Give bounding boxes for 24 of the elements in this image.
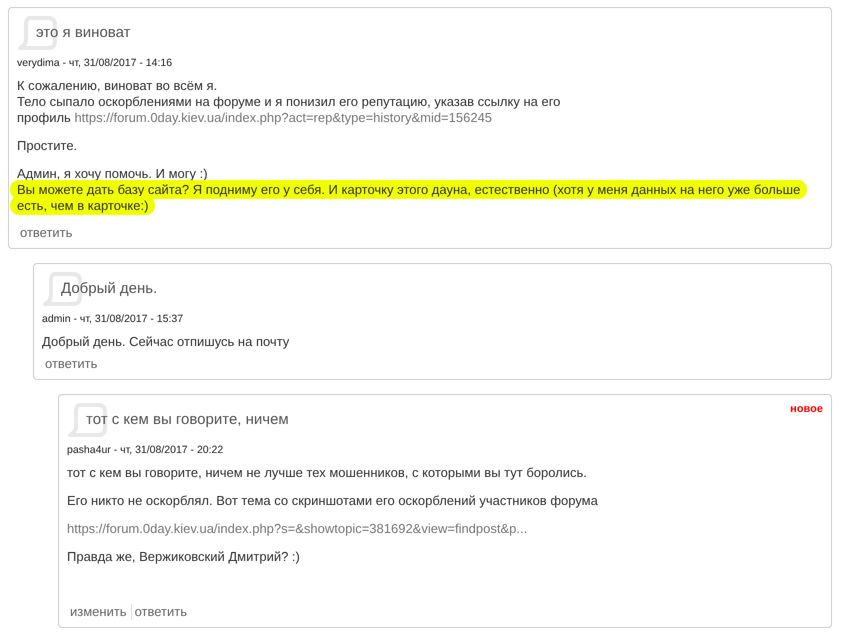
comment-text: профиль https://forum.0day.kiev.ua/index.php?act=rep&type=history&mid=156245 xyxy=(17,110,492,125)
comment-text: Тело сыпало оскорблениями на форуме и я понизил его репутацию, указав ссылку на его xyxy=(17,94,560,109)
comment-text: тот с кем вы говорите, ничем не лучше тех мошенников, с которыми вы тут боролись. xyxy=(67,465,587,480)
link[interactable]: https://forum.0day.kiev.ua/index.php?act=rep&type=history&mid=156245 xyxy=(74,110,492,125)
comment-text: Админ, я хочу помочь. И могу :) xyxy=(17,166,208,181)
link[interactable]: https://forum.0day.kiev.ua/index.php?s=&showtopic=381692&view=findpost&p... xyxy=(67,521,528,536)
action-link[interactable]: ответить xyxy=(17,225,76,241)
comment-title: Добрый день. xyxy=(61,280,158,298)
comment-meta: verydima - чт, 31/08/2017 - 14:16 xyxy=(17,57,174,69)
highlighted-text: Вы можете дать базу сайта? Я подниму его у себя. И карточку этого дауна, естественно (хотя у меня данных на него уже больше xyxy=(10,180,808,199)
comment-text: Простите. xyxy=(17,138,78,153)
comment-text: К сожалению, виноват во всём я. xyxy=(17,78,218,93)
comment-title: тот с кем вы говорите, ничем xyxy=(86,411,289,429)
highlighted-text: есть, чем в карточке:) xyxy=(10,196,156,215)
action-link[interactable]: изменить xyxy=(67,604,131,620)
comment-title: это я виноват xyxy=(36,24,130,42)
comment-text: Добрый день. Сейчас отпишусь на почту xyxy=(42,334,290,349)
new-label: новое xyxy=(790,403,823,416)
comment-meta: admin - чт, 31/08/2017 - 15:37 xyxy=(42,313,184,325)
action-link[interactable]: ответить xyxy=(42,356,102,372)
comment-text: Правда же, Вержиковский Дмитрий? :) xyxy=(67,549,300,564)
action-link[interactable]: ответить xyxy=(130,604,191,620)
comment-meta: pasha4ur - чт, 31/08/2017 - 20:22 xyxy=(67,444,224,456)
comment-text: Его никто не оскорблял. Вот тема со скриншотами его оскорблений участников форума xyxy=(67,493,598,508)
